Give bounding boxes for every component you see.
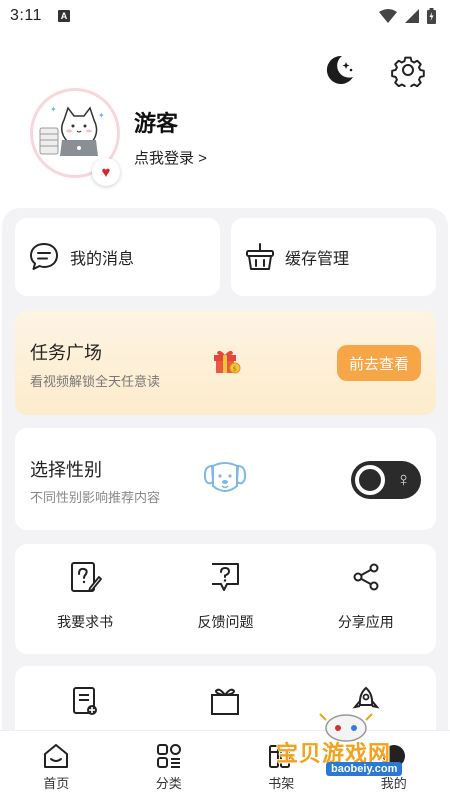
profile-section: ✦ ✦ ♥ 游客 点我登录 > <box>30 88 430 188</box>
signal-icon <box>405 9 419 23</box>
cache-management-button[interactable]: 缓存管理 <box>231 218 436 296</box>
task-plaza-card[interactable]: 任务广场 看视频解锁全天任意读 $ 前去查看 <box>15 311 436 415</box>
night-mode-button[interactable] <box>318 50 358 90</box>
gender-title: 选择性别 <box>30 460 102 480</box>
share-app-button[interactable]: 分享应用 <box>296 544 436 654</box>
tab-label: 首页 <box>43 776 70 791</box>
feedback-question-icon <box>208 560 242 594</box>
tools-grid: 我要求书 反馈问题 分享应用 <box>15 544 436 654</box>
category-icon <box>156 744 181 768</box>
toggle-knob <box>355 465 385 495</box>
cache-management-label: 缓存管理 <box>285 251 350 268</box>
watermark-url: baobeiy.com <box>326 762 403 776</box>
dog-face-icon <box>203 462 247 492</box>
status-time: 3:11 <box>10 7 42 24</box>
my-messages-button[interactable]: 我的消息 <box>15 218 220 296</box>
my-messages-label: 我的消息 <box>70 251 135 268</box>
female-symbol-icon: ♀ <box>396 469 411 491</box>
tab-home[interactable]: 首页 <box>0 731 113 800</box>
edit-document-icon <box>68 560 103 594</box>
moon-stars-icon <box>326 55 353 84</box>
home-icon <box>44 744 69 768</box>
username: 游客 <box>134 111 179 136</box>
header-actions <box>318 50 428 90</box>
gender-subtitle: 不同性别影响推荐内容 <box>30 490 161 505</box>
login-link[interactable]: 点我登录 > <box>134 147 207 168</box>
request-book-button[interactable]: 我要求书 <box>15 544 155 654</box>
status-bar: 3:11 A <box>0 0 450 32</box>
svg-text:✦: ✦ <box>50 105 57 114</box>
task-title: 任务广场 <box>30 343 102 363</box>
gift-coin-icon: $ <box>214 350 241 374</box>
wifi-icon <box>379 9 397 23</box>
svg-text:✦: ✦ <box>98 111 105 120</box>
tool-label: 反馈问题 <box>197 614 254 630</box>
tool-label: 我要求书 <box>57 614 114 630</box>
svg-text:$: $ <box>233 365 237 373</box>
gear-icon <box>391 56 425 87</box>
feedback-button[interactable]: 反馈问题 <box>155 544 295 654</box>
tool-label: 分享应用 <box>337 614 394 630</box>
basket-icon <box>246 243 274 270</box>
task-subtitle: 看视频解锁全天任意读 <box>30 374 161 389</box>
go-check-button[interactable]: 前去查看 <box>337 345 421 381</box>
gender-toggle[interactable]: ♀ <box>351 461 421 499</box>
chat-bubble-icon <box>30 243 58 270</box>
gift-box-icon <box>209 684 241 718</box>
note-add-icon <box>70 684 100 718</box>
status-icons <box>379 8 436 24</box>
settings-button[interactable] <box>388 50 428 90</box>
notification-badge: A <box>57 10 70 22</box>
battery-icon <box>427 8 436 24</box>
heart-icon: ♥ <box>92 158 120 186</box>
share-icon <box>350 560 382 594</box>
tab-label: 分类 <box>155 776 182 791</box>
tab-category[interactable]: 分类 <box>113 731 226 800</box>
tab-label: 书架 <box>268 776 295 791</box>
gender-select-card: 选择性别 不同性别影响推荐内容 ♀ <box>15 428 436 530</box>
